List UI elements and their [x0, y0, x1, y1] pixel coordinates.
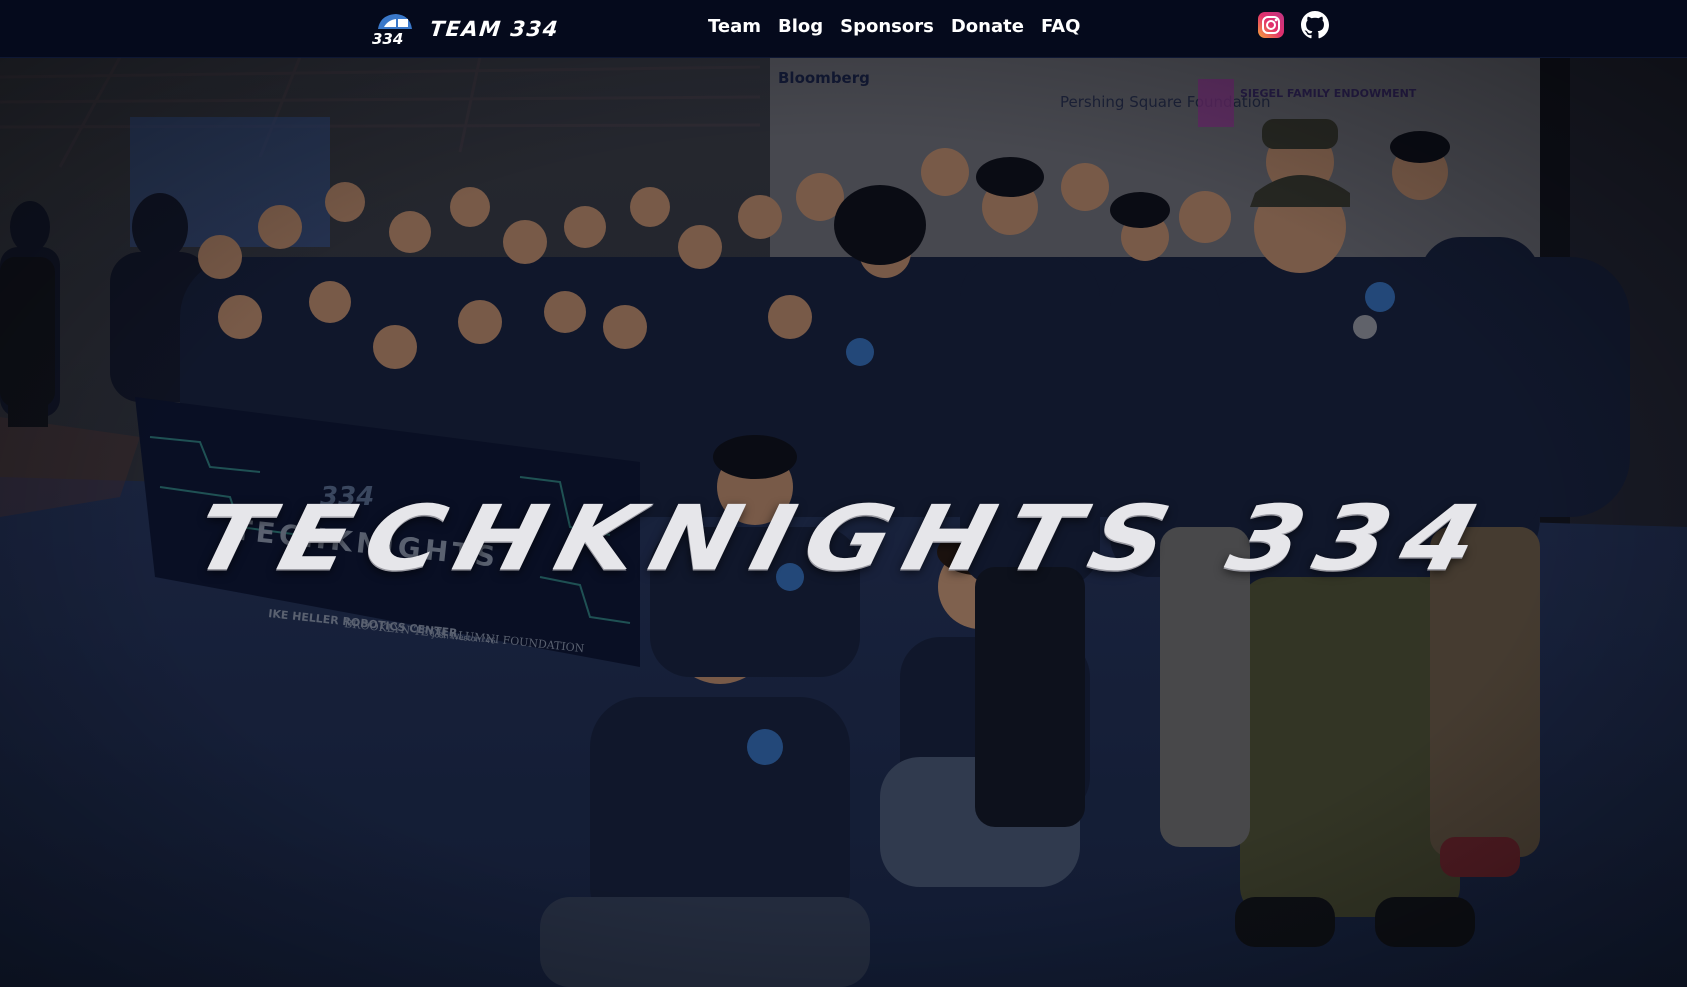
- github-icon: [1301, 11, 1329, 39]
- team-334-logo-icon: 334: [372, 14, 412, 48]
- nav-faq-link[interactable]: FAQ: [1041, 14, 1080, 40]
- instagram-icon: [1258, 12, 1284, 38]
- social-links: [1257, 11, 1329, 39]
- nav-blog-link[interactable]: Blog: [778, 14, 823, 40]
- nav-team-link[interactable]: Team: [708, 14, 761, 40]
- nav-sponsors-link[interactable]: Sponsors: [840, 14, 934, 40]
- svg-text:334: 334: [372, 30, 403, 48]
- nav-donate-link[interactable]: Donate: [951, 14, 1024, 40]
- top-navbar: 334 TEAM 334 Team Blog Sponsors Donate F…: [0, 0, 1687, 58]
- github-link[interactable]: [1301, 11, 1329, 39]
- main-nav: Team Blog Sponsors Donate FAQ: [708, 14, 1080, 40]
- hero-section: Bloomberg Pershing Square Foundation SIE…: [0, 57, 1687, 987]
- brand-home-link[interactable]: 334 TEAM 334: [364, 8, 560, 50]
- brand-name[interactable]: TEAM 334: [429, 17, 560, 41]
- instagram-link[interactable]: [1257, 11, 1285, 39]
- hero-title: TECHKNIGHTS 334: [183, 485, 1504, 591]
